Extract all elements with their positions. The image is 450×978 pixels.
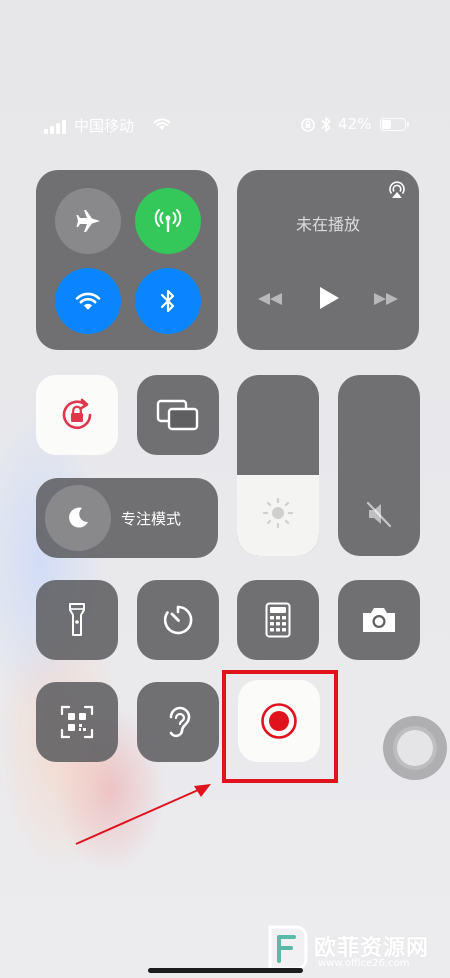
now-playing-panel[interactable]: 未在播放 <box>237 170 419 350</box>
focus-moon-circle <box>45 485 111 551</box>
screen-mirroring-icon <box>156 399 199 431</box>
calculator-button[interactable] <box>237 580 319 660</box>
bluetooth-button[interactable] <box>135 268 201 334</box>
orientation-lock-button[interactable] <box>36 375 118 455</box>
highlight-box <box>222 670 338 783</box>
cellular-data-button[interactable] <box>135 188 201 254</box>
code-scanner-button[interactable] <box>36 682 118 762</box>
orientation-lock-icon <box>62 398 92 430</box>
now-playing-title: 未在播放 <box>295 215 360 234</box>
assistive-touch-button[interactable] <box>383 716 447 780</box>
play-icon[interactable] <box>318 286 340 314</box>
ear-icon <box>169 706 191 738</box>
bluetooth-status-icon <box>320 116 332 137</box>
airplane-icon <box>76 210 100 232</box>
calculator-icon <box>265 602 291 638</box>
screen-mirroring-button[interactable] <box>137 375 219 455</box>
flashlight-icon <box>69 603 85 636</box>
bluetooth-icon <box>160 289 175 313</box>
volume-muted-icon <box>364 499 394 533</box>
connectivity-panel <box>36 170 218 350</box>
annotation-arrow <box>75 784 211 845</box>
watermark-url: www.office26.com <box>318 958 410 969</box>
carrier-name: 中国移动 <box>74 117 135 135</box>
battery-icon <box>380 118 409 131</box>
flashlight-button[interactable] <box>36 580 118 660</box>
airplane-mode-button[interactable] <box>55 188 121 254</box>
timer-icon <box>163 605 193 635</box>
previous-track-icon[interactable] <box>257 291 283 310</box>
focus-mode-button[interactable]: 专注模式 <box>36 478 218 558</box>
timer-button[interactable] <box>137 580 219 660</box>
camera-button[interactable] <box>338 580 420 660</box>
camera-icon <box>363 608 395 632</box>
hearing-button[interactable] <box>137 682 219 762</box>
airplay-audio-icon[interactable] <box>387 180 407 204</box>
wifi-button[interactable] <box>55 268 121 334</box>
wifi-icon <box>75 292 101 310</box>
orientation-lock-status-icon <box>300 117 316 137</box>
home-indicator[interactable] <box>148 968 303 973</box>
next-track-icon[interactable] <box>373 291 399 310</box>
wifi-status-icon <box>152 116 172 135</box>
moon-icon <box>69 507 88 528</box>
watermark-logo-icon <box>268 925 308 971</box>
antenna-icon <box>154 209 182 233</box>
volume-slider[interactable] <box>338 375 420 556</box>
brightness-slider[interactable] <box>237 375 319 556</box>
battery-percentage: 42% <box>338 115 372 133</box>
cellular-signal-icon <box>44 120 68 134</box>
brightness-sun-icon <box>261 496 295 534</box>
focus-mode-label: 专注模式 <box>121 510 182 528</box>
qr-code-scanner-icon <box>60 705 94 739</box>
